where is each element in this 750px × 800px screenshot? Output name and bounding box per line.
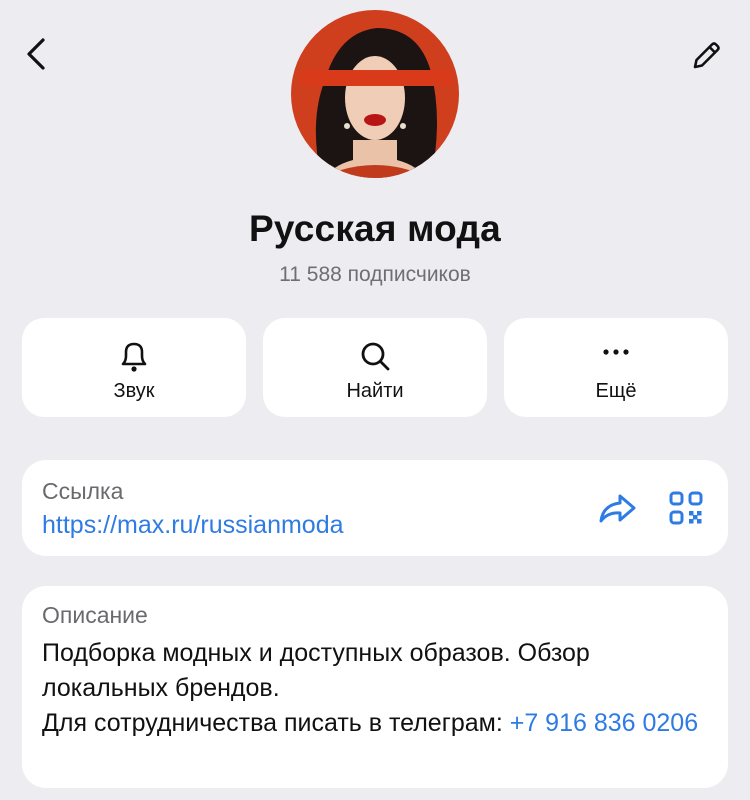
bell-icon bbox=[121, 342, 147, 372]
search-button[interactable]: Найти bbox=[263, 318, 487, 417]
search-icon bbox=[361, 342, 390, 371]
description-text: Подборка модных и доступных образов. Обз… bbox=[42, 636, 712, 741]
description-label: Описание bbox=[42, 602, 148, 628]
sound-button[interactable]: Звук bbox=[22, 318, 246, 417]
more-dots-icon bbox=[603, 349, 629, 355]
sound-button-label: Звук bbox=[113, 380, 155, 402]
contact-prefix: Для сотрудничества писать в телеграм: bbox=[42, 709, 510, 737]
pencil-icon bbox=[693, 42, 720, 69]
subscriber-count: 11 588 подписчиков bbox=[279, 263, 471, 286]
chevron-left-icon bbox=[27, 38, 45, 70]
description-card: Описание Подборка модных и доступных обр… bbox=[22, 586, 728, 788]
edit-button[interactable] bbox=[688, 38, 724, 74]
link-card: Ссылка https://max.ru/russianmoda bbox=[22, 460, 728, 556]
qr-code-icon bbox=[669, 491, 703, 525]
avatar-image bbox=[291, 10, 459, 178]
back-button[interactable] bbox=[18, 34, 58, 74]
more-button[interactable]: Ещё bbox=[504, 318, 728, 417]
channel-link[interactable]: https://max.ru/russianmoda bbox=[42, 511, 344, 540]
search-button-label: Найти bbox=[346, 380, 404, 402]
channel-name: Русская мода bbox=[249, 208, 501, 249]
action-buttons: Звук Найти Ещё bbox=[22, 318, 728, 417]
channel-avatar[interactable] bbox=[291, 10, 459, 178]
description-body: Подборка модных и доступных образов. Обз… bbox=[42, 639, 590, 702]
share-button[interactable] bbox=[596, 488, 638, 528]
share-arrow-icon bbox=[599, 494, 636, 523]
qr-code-button[interactable] bbox=[668, 490, 704, 526]
link-label: Ссылка bbox=[42, 478, 124, 504]
more-button-label: Ещё bbox=[595, 380, 637, 402]
phone-link[interactable]: +7 916 836 0206 bbox=[510, 709, 698, 737]
